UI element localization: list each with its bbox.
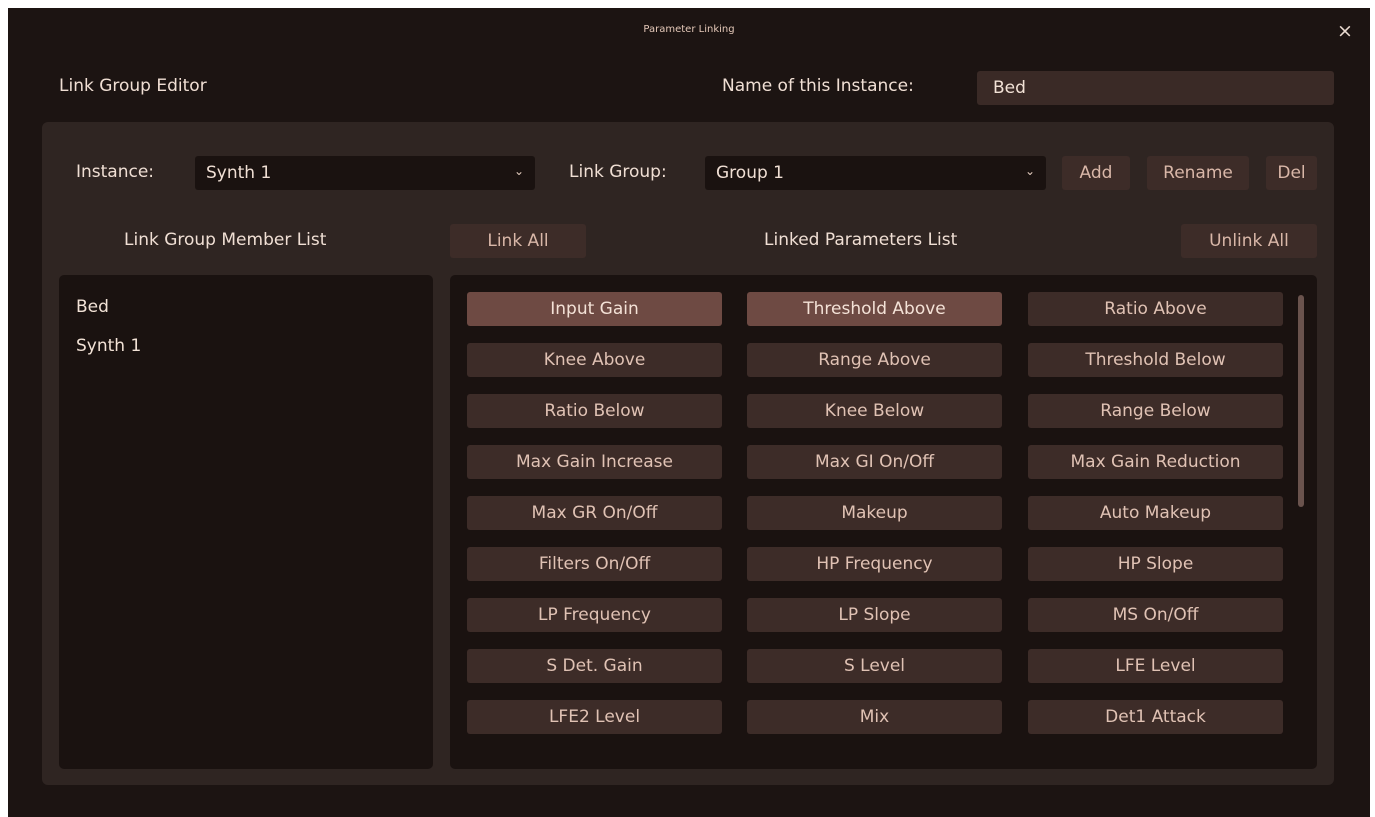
- title-bar: Parameter Linking ×: [8, 8, 1370, 56]
- member-list: Bed Synth 1: [59, 275, 433, 769]
- instance-name-label: Name of this Instance:: [722, 76, 914, 96]
- param-button-ms-on-off[interactable]: MS On/Off: [1028, 598, 1283, 632]
- param-button-max-gr-on-off[interactable]: Max GR On/Off: [467, 496, 722, 530]
- param-button-input-gain[interactable]: Input Gain: [467, 292, 722, 326]
- link-all-button[interactable]: Link All: [450, 224, 586, 258]
- param-button-range-above[interactable]: Range Above: [747, 343, 1002, 377]
- rename-group-button[interactable]: Rename: [1147, 156, 1249, 190]
- param-button-lfe2-level[interactable]: LFE2 Level: [467, 700, 722, 734]
- member-item-bed[interactable]: Bed: [76, 297, 109, 317]
- param-button-max-gi-on-off[interactable]: Max GI On/Off: [747, 445, 1002, 479]
- chevron-down-icon: ⌄: [1024, 164, 1035, 178]
- param-button-s-level[interactable]: S Level: [747, 649, 1002, 683]
- member-list-label: Link Group Member List: [124, 230, 327, 250]
- instance-name-input[interactable]: [977, 71, 1334, 105]
- param-button-ratio-above[interactable]: Ratio Above: [1028, 292, 1283, 326]
- link-group-select-value: Group 1: [716, 163, 784, 183]
- param-button-lfe-level[interactable]: LFE Level: [1028, 649, 1283, 683]
- param-button-mix[interactable]: Mix: [747, 700, 1002, 734]
- param-button-makeup[interactable]: Makeup: [747, 496, 1002, 530]
- param-button-auto-makeup[interactable]: Auto Makeup: [1028, 496, 1283, 530]
- param-button-lp-frequency[interactable]: LP Frequency: [467, 598, 722, 632]
- link-group-select[interactable]: Group 1 ⌄: [705, 156, 1046, 190]
- param-button-max-gain-increase[interactable]: Max Gain Increase: [467, 445, 722, 479]
- member-item-synth-1[interactable]: Synth 1: [76, 336, 141, 356]
- link-group-panel: Instance: Synth 1 ⌄ Link Group: Group 1 …: [42, 122, 1334, 785]
- window-title: Parameter Linking: [643, 24, 735, 35]
- param-button-knee-above[interactable]: Knee Above: [467, 343, 722, 377]
- parameter-linking-window: Parameter Linking × Link Group Editor Na…: [8, 8, 1370, 817]
- param-button-filters-on-off[interactable]: Filters On/Off: [467, 547, 722, 581]
- param-button-threshold-below[interactable]: Threshold Below: [1028, 343, 1283, 377]
- link-group-label: Link Group:: [569, 162, 667, 182]
- param-button-max-gain-reduction[interactable]: Max Gain Reduction: [1028, 445, 1283, 479]
- scrollbar[interactable]: [1298, 295, 1304, 507]
- param-button-knee-below[interactable]: Knee Below: [747, 394, 1002, 428]
- instance-select-value: Synth 1: [206, 163, 272, 183]
- param-button-hp-frequency[interactable]: HP Frequency: [747, 547, 1002, 581]
- instance-label: Instance:: [76, 162, 155, 182]
- param-button-ratio-below[interactable]: Ratio Below: [467, 394, 722, 428]
- linked-parameters-label: Linked Parameters List: [764, 230, 958, 250]
- param-button-det1-attack[interactable]: Det1 Attack: [1028, 700, 1283, 734]
- delete-group-button[interactable]: Del: [1266, 156, 1317, 190]
- param-button-hp-slope[interactable]: HP Slope: [1028, 547, 1283, 581]
- param-button-s-det-gain[interactable]: S Det. Gain: [467, 649, 722, 683]
- parameters-grid: Input Gain Threshold Above Ratio Above Knee…: [450, 275, 1317, 769]
- param-button-threshold-above[interactable]: Threshold Above: [747, 292, 1002, 326]
- param-button-range-below[interactable]: Range Below: [1028, 394, 1283, 428]
- instance-select[interactable]: Synth 1 ⌄: [195, 156, 535, 190]
- unlink-all-button[interactable]: Unlink All: [1181, 224, 1317, 258]
- param-button-lp-slope[interactable]: LP Slope: [747, 598, 1002, 632]
- close-icon[interactable]: ×: [1334, 20, 1356, 42]
- add-group-button[interactable]: Add: [1062, 156, 1130, 190]
- chevron-down-icon: ⌄: [513, 164, 524, 178]
- link-group-editor-label: Link Group Editor: [59, 76, 207, 96]
